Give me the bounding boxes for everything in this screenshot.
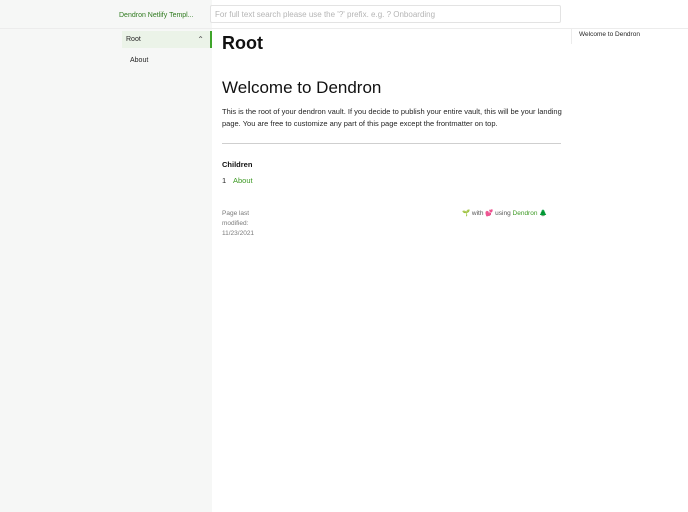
site-logo-link[interactable]: Dendron Netlify Templ... [119, 11, 195, 21]
footer-credit: 🌱 with 💕 using Dendron 🌲 [462, 209, 547, 217]
sidebar-item-root[interactable]: Root ⌃ [122, 31, 212, 48]
toc-item-welcome[interactable]: Welcome to Dendron [579, 31, 640, 38]
credit-text: 🌱 with 💕 using [462, 210, 511, 217]
welcome-heading: Welcome to Dendron [222, 78, 382, 97]
sidebar: Dendron Netlify Templ... Root ⌃ About [0, 0, 212, 512]
page-title: Root [222, 33, 263, 53]
chevron-up-icon[interactable]: ⌃ [197, 31, 204, 48]
divider [222, 143, 561, 144]
sidebar-menu: Root ⌃ About [122, 31, 212, 69]
child-number: 1 [222, 176, 227, 185]
tree-icon: 🌲 [539, 210, 548, 217]
sidebar-item-about[interactable]: About [122, 52, 212, 69]
main-content: Root Welcome to Dendron This is the root… [222, 30, 562, 185]
page-footer: Page last modified: 11/23/2021 🌱 with 💕 … [212, 200, 571, 250]
dendron-link[interactable]: Dendron [513, 210, 538, 217]
last-modified-text: Page last modified: 11/23/2021 [222, 210, 255, 237]
table-of-contents: Welcome to Dendron [571, 29, 688, 44]
search-input[interactable] [210, 5, 561, 23]
sidebar-item-label: Root [126, 36, 141, 43]
children-title: Children [222, 160, 253, 169]
child-link-about[interactable]: About [233, 176, 253, 185]
intro-paragraph: This is the root of your dendron vault. … [222, 107, 562, 128]
children-list-item: 1 About [222, 176, 562, 185]
